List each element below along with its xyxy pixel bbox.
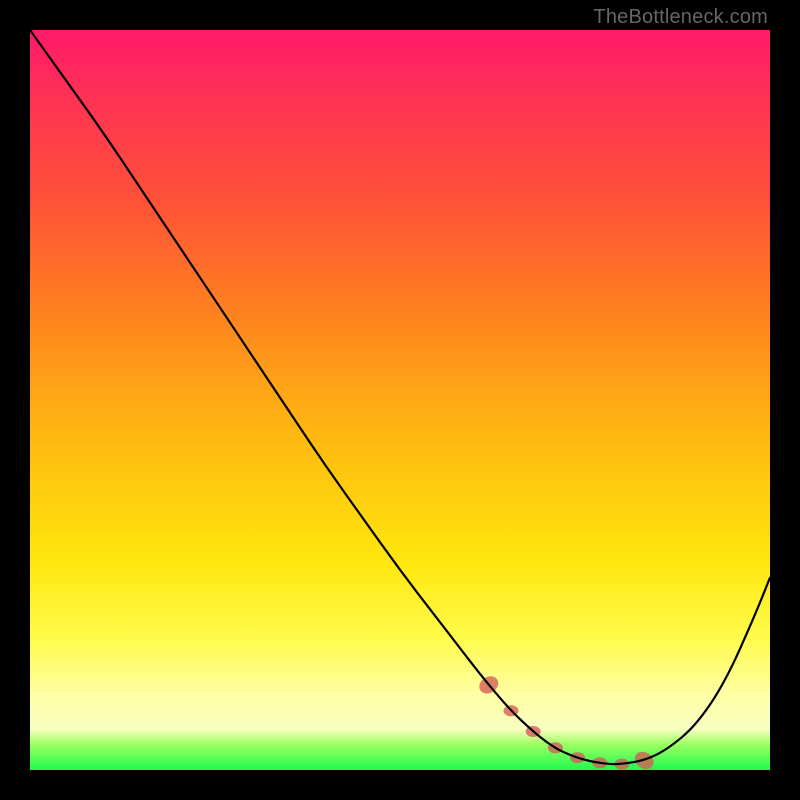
bottleneck-curve — [30, 30, 770, 764]
watermark-text: TheBottleneck.com — [593, 6, 768, 29]
curve-svg — [30, 30, 770, 770]
plot-area — [30, 30, 770, 770]
chart-frame: TheBottleneck.com — [0, 0, 800, 800]
optimal-band — [476, 673, 657, 770]
